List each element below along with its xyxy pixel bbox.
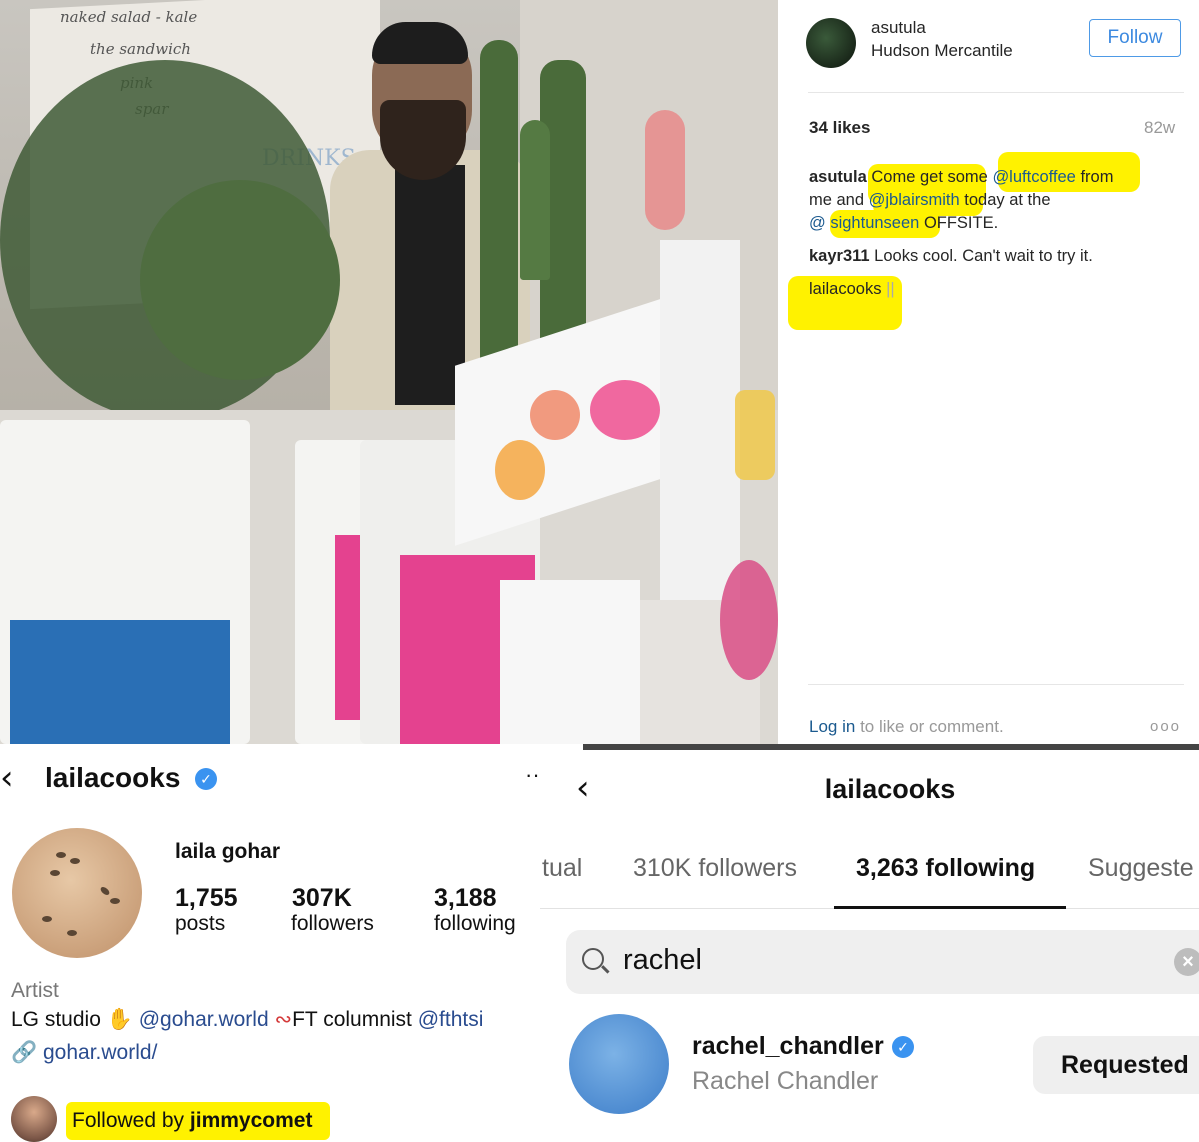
post-age[interactable]: 82w [1144,118,1175,138]
login-link[interactable]: Log in [809,717,855,736]
profile-name: laila gohar [175,840,281,863]
profile-avatar[interactable] [12,828,142,958]
result-avatar[interactable] [569,1014,669,1114]
bio-link-ft[interactable]: @fthtsi [418,1008,484,1031]
squiggle-icon: ∾ [274,1008,293,1031]
followed-by[interactable]: Followed by jimmycomet [66,1102,331,1140]
caption-line: asutula Come get some @luftcoffee from [809,168,1114,186]
post-photo: naked salad - kale the sandwich pink spa… [0,0,778,744]
caption-line: me and @jblairsmith today at the [809,191,1051,209]
login-prompt: Log in to like or comment. [809,717,1004,736]
website-link[interactable]: 🔗 gohar.world/ [11,1041,157,1065]
following-panel: ‹ lailacooks tual 310K followers 3,263 f… [540,744,1199,1139]
avatar[interactable] [806,18,856,68]
result-username[interactable]: rachel_chandler [692,1032,884,1061]
link-icon: 🔗 [11,1041,38,1064]
search-input[interactable]: rachel × [566,930,1199,994]
posts-count[interactable]: 1,755 [175,884,238,913]
followed-by-user[interactable]: jimmycomet [190,1109,313,1133]
mention-sightunseen[interactable]: sightunseen [830,214,919,232]
hand-icon: ✋ [106,1008,133,1031]
reply-comment: lailacooks || [809,280,895,299]
profile-bio: LG studio ✋ @gohar.world ∾FT columnist @… [11,1008,484,1031]
divider [808,684,1184,685]
clear-icon[interactable]: × [1174,948,1199,976]
tab-mutual[interactable]: tual [542,854,582,883]
tab-followers[interactable]: 310K followers [633,854,797,883]
text-cursor: || [886,280,895,298]
following-label[interactable]: following [434,912,516,936]
likes-count[interactable]: 34 likes [809,118,870,138]
post-username[interactable]: asutula [871,18,926,38]
post-location[interactable]: Hudson Mercantile [871,41,1013,61]
reply-user[interactable]: lailacooks [809,280,881,298]
tab-following[interactable]: 3,263 following [856,854,1035,883]
divider [583,744,1199,750]
follow-button[interactable]: Follow [1089,19,1181,57]
bio-link-gohar[interactable]: @gohar.world [139,1008,269,1031]
verified-badge-icon: ✓ [892,1036,914,1058]
mention-luftcoffee[interactable]: @luftcoffee [992,168,1075,186]
following-count[interactable]: 3,188 [434,884,497,913]
profile-category: Artist [11,979,59,1002]
menu-line: naked salad - kale [60,8,198,26]
mention-at[interactable]: @ [809,214,826,232]
more-options-icon[interactable]: ooo [1150,718,1181,735]
active-tab-indicator [834,906,1066,909]
caption-author[interactable]: asutula [809,168,867,186]
more-options-icon[interactable]: ·· [525,762,540,788]
comment-user[interactable]: kayr311 [809,247,870,265]
result-full-name: Rachel Chandler [692,1067,879,1095]
divider [808,92,1184,93]
tab-suggested[interactable]: Suggeste [1088,854,1194,883]
menu-line: the sandwich [90,40,191,58]
comment: kayr311 Looks cool. Can't wait to try it… [809,247,1093,266]
followers-label[interactable]: followers [291,912,374,936]
requested-button[interactable]: Requested [1033,1036,1199,1094]
verified-badge-icon: ✓ [195,768,217,790]
dragon-fruit [720,560,778,680]
caption-line: @ sightunseen OFFSITE. [809,214,999,232]
post-sidebar: asutula Hudson Mercantile Follow 34 like… [778,0,1199,744]
follower-avatar[interactable] [11,1096,57,1142]
comment-text: Looks cool. Can't wait to try it. [874,247,1093,265]
search-value: rachel [623,944,702,976]
page-title: lailacooks [824,774,956,804]
search-icon [582,948,604,970]
profile-handle: lailacooks [45,762,181,793]
posts-label[interactable]: posts [175,912,225,936]
mention-jblairsmith[interactable]: @jblairsmith [869,191,960,209]
back-arrow-icon[interactable]: ‹ [0,758,14,798]
profile-panel: ‹ lailacooks ✓ ·· laila gohar 1,755 post… [0,744,540,1142]
followers-count[interactable]: 307K [292,884,352,913]
